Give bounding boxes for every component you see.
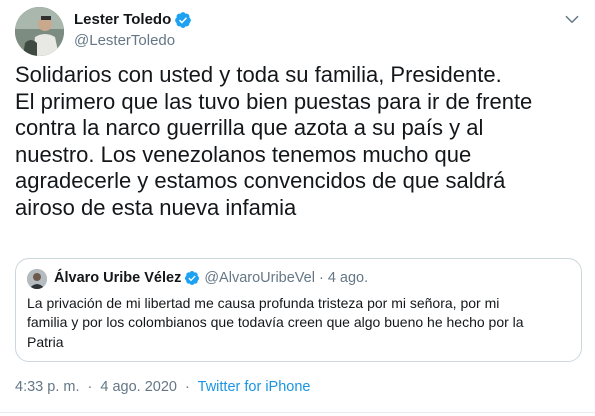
author-handle[interactable]: @LesterToledo xyxy=(74,31,555,51)
quoted-tweet-text: La privación de mi libertad me causa pro… xyxy=(27,294,572,352)
meta-separator: · xyxy=(87,379,93,395)
quoted-author-name: Álvaro Uribe Vélez xyxy=(54,270,182,286)
quoted-text-line: La privación de mi libertad me causa pro… xyxy=(27,295,500,311)
quoted-tweet-header: Álvaro Uribe Vélez @AlvaroUribeVel · 4 a… xyxy=(54,268,368,288)
quoted-text-line: Patria xyxy=(27,333,64,350)
divider xyxy=(0,412,595,413)
tweet-date[interactable]: 4 ago. 2020 xyxy=(100,379,177,395)
quoted-text-line: familia y por los colombianos que todaví… xyxy=(27,314,524,331)
tweet-time[interactable]: 4:33 p. m. xyxy=(15,379,79,395)
tweet-card: Lester Toledo @LesterToledo Solidarios c… xyxy=(0,0,595,416)
quoted-author-handle: @AlvaroUribeVel xyxy=(204,270,315,286)
quoted-tweet[interactable]: Álvaro Uribe Vélez @AlvaroUribeVel · 4 a… xyxy=(15,258,582,362)
author-info: Lester Toledo @LesterToledo xyxy=(74,10,555,51)
verified-badge-icon xyxy=(174,11,192,29)
tweet-text-line: El primero que las tuvo bien puestas par… xyxy=(15,88,533,114)
author-avatar[interactable] xyxy=(15,7,64,56)
tweet-text: Solidarios con usted y toda su familia, … xyxy=(15,62,580,222)
quoted-separator: · xyxy=(318,270,324,286)
tweet-source-link[interactable]: Twitter for iPhone xyxy=(198,379,311,395)
tweet-text-line: contra la narco guerrilla que azota a su… xyxy=(15,115,484,141)
profile-photo-icon xyxy=(15,7,64,56)
meta-separator: · xyxy=(185,379,190,395)
tweet-text-line: Solidarios con usted y toda su familia, … xyxy=(15,62,502,87)
quoted-timestamp: 4 ago. xyxy=(327,270,369,286)
quoted-author-avatar xyxy=(27,269,47,289)
tweet-text-line: nuestro. Los venezolanos tenemos mucho q… xyxy=(15,141,472,167)
tweet-text-line: agradecerle y estamos convencidos de que… xyxy=(15,168,506,194)
tweet-text-line: airoso de esta nueva infamia xyxy=(15,194,297,220)
chevron-down-icon[interactable] xyxy=(563,10,581,28)
verified-badge-icon xyxy=(184,270,200,286)
profile-photo-icon xyxy=(27,269,47,289)
tweet-meta: 4:33 p. m. · 4 ago. 2020 · Twitter for i… xyxy=(15,377,310,397)
author-display-name[interactable]: Lester Toledo xyxy=(74,10,171,30)
